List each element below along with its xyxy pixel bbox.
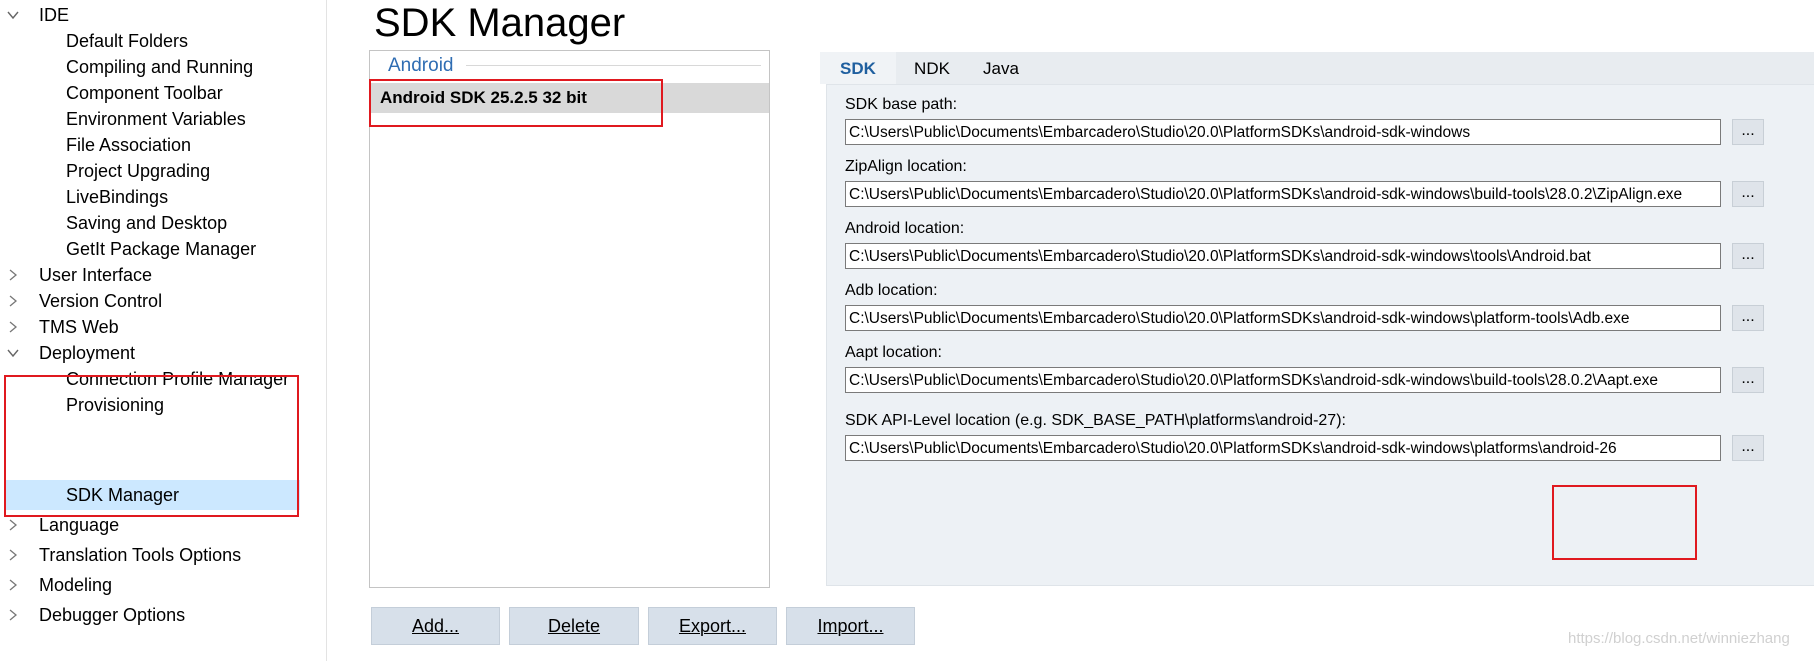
chevron-right-icon[interactable] bbox=[6, 268, 20, 282]
chevron-right-icon[interactable] bbox=[6, 548, 20, 562]
tree-item-label: Language bbox=[39, 515, 120, 535]
export-button[interactable]: Export... bbox=[648, 607, 777, 645]
sdk-api-level-browse-button[interactable]: ... bbox=[1732, 435, 1764, 461]
tree-item-modeling[interactable]: Modeling bbox=[0, 570, 326, 600]
tree-item-language[interactable]: Language bbox=[0, 510, 326, 540]
sdk-list-item[interactable]: Android SDK 25.2.5 32 bit bbox=[370, 83, 769, 113]
chevron-right-icon[interactable] bbox=[6, 294, 20, 308]
sdk-list[interactable]: Android Android SDK 25.2.5 32 bit bbox=[369, 50, 770, 588]
group-divider bbox=[466, 65, 761, 66]
chevron-down-icon[interactable] bbox=[6, 346, 20, 360]
tab-java[interactable]: Java bbox=[968, 52, 1034, 84]
tree-item-label: Debugger Options bbox=[39, 605, 186, 625]
sdk-item-label: Android SDK 25.2.5 32 bit bbox=[380, 88, 587, 107]
options-tree: IDE Default Folders Compiling and Runnin… bbox=[0, 0, 326, 661]
chevron-right-icon[interactable] bbox=[6, 578, 20, 592]
sdk-base-path-browse-button[interactable]: ... bbox=[1732, 119, 1764, 145]
tree-item-label: Translation Tools Options bbox=[39, 545, 242, 565]
tree-item-translation-tools-options[interactable]: Translation Tools Options bbox=[0, 540, 326, 570]
tree-item-provisioning[interactable]: Provisioning bbox=[0, 390, 326, 420]
tab-sdk[interactable]: SDK bbox=[820, 52, 896, 84]
splitter[interactable] bbox=[326, 0, 327, 661]
zipalign-location-field[interactable]: C:\Users\Public\Documents\Embarcadero\St… bbox=[845, 181, 1721, 207]
adb-location-field[interactable]: C:\Users\Public\Documents\Embarcadero\St… bbox=[845, 305, 1721, 331]
zipalign-browse-button[interactable]: ... bbox=[1732, 181, 1764, 207]
delete-button-label: Delete bbox=[547, 616, 601, 636]
chevron-down-icon[interactable] bbox=[6, 8, 20, 22]
add-button[interactable]: Add... bbox=[371, 607, 500, 645]
tree-item-debugger-options[interactable]: Debugger Options bbox=[0, 600, 326, 630]
android-location-browse-button[interactable]: ... bbox=[1732, 243, 1764, 269]
import-button[interactable]: Import... bbox=[786, 607, 915, 645]
page-title: SDK Manager bbox=[374, 1, 626, 45]
aapt-location-field[interactable]: C:\Users\Public\Documents\Embarcadero\St… bbox=[845, 367, 1721, 393]
sdk-api-level-location-field[interactable]: C:\Users\Public\Documents\Embarcadero\St… bbox=[845, 435, 1721, 461]
watermark: https://blog.csdn.net/winniezhang bbox=[1568, 630, 1790, 647]
tree-item-label: SDK Manager bbox=[66, 485, 180, 505]
sdk-base-path-label: SDK base path: bbox=[845, 96, 958, 113]
tree-item-label: Modeling bbox=[39, 575, 113, 595]
sdk-api-level-location-label: SDK API-Level location (e.g. SDK_BASE_PA… bbox=[845, 412, 1346, 429]
aapt-location-browse-button[interactable]: ... bbox=[1732, 367, 1764, 393]
aapt-location-label: Aapt location: bbox=[845, 344, 942, 361]
tab-strip: SDK NDK Java bbox=[820, 52, 1814, 84]
sdk-base-path-field[interactable]: C:\Users\Public\Documents\Embarcadero\St… bbox=[845, 119, 1721, 145]
tree-item-label: Provisioning bbox=[66, 395, 165, 415]
import-button-label: Import... bbox=[817, 616, 884, 636]
chevron-right-icon[interactable] bbox=[6, 518, 20, 532]
export-button-label: Export... bbox=[678, 616, 747, 636]
sdk-group-header: Android bbox=[388, 55, 454, 76]
add-button-label: Add... bbox=[411, 616, 460, 636]
tree-item-sdk-manager[interactable]: SDK Manager bbox=[5, 480, 300, 510]
adb-location-label: Adb location: bbox=[845, 282, 938, 299]
sdk-settings-panel: SDK base path: C:\Users\Public\Documents… bbox=[826, 84, 1814, 586]
delete-button[interactable]: Delete bbox=[509, 607, 639, 645]
chevron-right-icon[interactable] bbox=[6, 608, 20, 622]
zipalign-location-label: ZipAlign location: bbox=[845, 158, 967, 175]
android-location-label: Android location: bbox=[845, 220, 965, 237]
adb-location-browse-button[interactable]: ... bbox=[1732, 305, 1764, 331]
chevron-right-icon[interactable] bbox=[6, 320, 20, 334]
android-location-field[interactable]: C:\Users\Public\Documents\Embarcadero\St… bbox=[845, 243, 1721, 269]
tab-ndk[interactable]: NDK bbox=[896, 52, 968, 84]
